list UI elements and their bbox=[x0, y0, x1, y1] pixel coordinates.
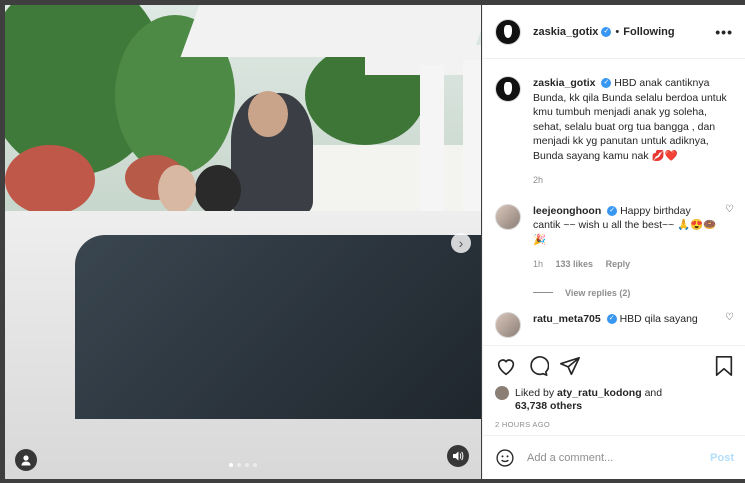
post-actions: Liked by aty_ratu_kodong and 63,738 othe… bbox=[483, 345, 745, 429]
add-comment-bar: Add a comment... Post bbox=[483, 435, 745, 479]
tagged-users-button[interactable] bbox=[15, 449, 37, 471]
comment-meta: 2h bbox=[533, 173, 734, 188]
liked-by-username[interactable]: aty_ratu_kodong bbox=[557, 387, 642, 399]
speaker-icon bbox=[453, 451, 464, 461]
comment-username[interactable]: leejeonghoon bbox=[533, 205, 601, 217]
emoji-icon[interactable] bbox=[495, 448, 515, 468]
photo-person-girl bbox=[195, 165, 241, 215]
comment-username[interactable]: ratu_meta705 bbox=[533, 313, 601, 325]
post-side-panel: zaskia_gotix ✓ • Following ••• zaskia_go… bbox=[482, 5, 745, 479]
comment-input[interactable]: Add a comment... bbox=[527, 452, 710, 464]
photo-person-baby bbox=[158, 165, 196, 213]
more-options-button[interactable]: ••• bbox=[715, 24, 733, 40]
verified-badge-icon: ✓ bbox=[606, 313, 617, 324]
photo-person-face bbox=[248, 91, 288, 137]
chevron-right-icon: › bbox=[458, 235, 464, 251]
liked-by-and: and bbox=[644, 386, 663, 399]
likes-count[interactable]: 63,738 others bbox=[515, 400, 734, 412]
comment-body: ratu_meta705 ✓ HBD qila sayang bbox=[533, 312, 719, 338]
like-comment-heart-icon[interactable]: ♡ bbox=[725, 312, 734, 338]
comments-list[interactable]: zaskia_gotix ✓ HBD anak cantiknya Bunda,… bbox=[483, 60, 745, 345]
comment-item: ratu_meta705 ✓ HBD qila sayang ♡ bbox=[495, 311, 734, 338]
carousel-indicator bbox=[5, 463, 481, 467]
comment-body: leejeonghoon ✓ Happy birthday cantik ~~ … bbox=[533, 204, 719, 272]
avatar[interactable] bbox=[495, 311, 521, 338]
comment-icon[interactable] bbox=[527, 355, 549, 377]
reply-button[interactable]: Reply bbox=[606, 259, 631, 269]
following-button[interactable]: Following bbox=[623, 26, 674, 38]
liked-by-prefix: Liked by bbox=[515, 386, 555, 399]
comment-time[interactable]: 2h bbox=[533, 175, 543, 185]
comment-text: HBD qila sayang bbox=[619, 312, 698, 325]
action-icons-row bbox=[495, 354, 734, 378]
post-media[interactable]: › bbox=[5, 5, 481, 479]
header-username[interactable]: zaskia_gotix bbox=[533, 26, 598, 38]
header-separator: • bbox=[615, 25, 620, 38]
photo-flowers bbox=[5, 145, 95, 215]
comment-username[interactable]: zaskia_gotix bbox=[533, 77, 595, 89]
caption-comment: zaskia_gotix ✓ HBD anak cantiknya Bunda,… bbox=[495, 76, 734, 188]
bookmark-icon[interactable] bbox=[714, 355, 734, 377]
carousel-dot bbox=[237, 463, 241, 467]
avatar bbox=[495, 386, 509, 400]
carousel-dot bbox=[253, 463, 257, 467]
comment-meta: 1h 133 likes Reply bbox=[533, 257, 719, 272]
post-comment-button[interactable]: Post bbox=[710, 452, 734, 464]
photo-windshield bbox=[75, 235, 481, 419]
avatar[interactable] bbox=[495, 18, 521, 45]
verified-badge-icon: ✓ bbox=[607, 205, 618, 216]
like-comment-heart-icon[interactable]: ♡ bbox=[725, 204, 734, 272]
next-media-button[interactable]: › bbox=[451, 233, 471, 253]
share-icon[interactable] bbox=[559, 355, 581, 377]
comment-item: leejeonghoon ✓ Happy birthday cantik ~~ … bbox=[495, 203, 734, 272]
instagram-post-modal: › zaskia_gotix ✓ • Following ••• zaskia_… bbox=[0, 0, 745, 483]
heart-icon[interactable] bbox=[495, 355, 517, 377]
post-timestamp[interactable]: 2 HOURS AGO bbox=[495, 420, 734, 429]
avatar[interactable] bbox=[495, 76, 521, 102]
liked-by-text: Liked by aty_ratu_kodong and bbox=[515, 387, 662, 400]
carousel-dot bbox=[245, 463, 249, 467]
view-replies-button[interactable]: View replies (2) bbox=[533, 288, 734, 298]
photo-pillar bbox=[420, 65, 444, 225]
avatar[interactable] bbox=[495, 203, 521, 230]
comment-text: HBD anak cantiknya Bunda, kk qila Bunda … bbox=[533, 77, 727, 162]
post-header: zaskia_gotix ✓ • Following ••• bbox=[483, 5, 745, 59]
verified-badge-icon: ✓ bbox=[601, 78, 612, 89]
carousel-dot bbox=[229, 463, 233, 467]
liked-by-row: Liked by aty_ratu_kodong and bbox=[495, 386, 734, 400]
comment-likes[interactable]: 133 likes bbox=[556, 259, 594, 269]
comment-body: zaskia_gotix ✓ HBD anak cantiknya Bunda,… bbox=[533, 76, 734, 188]
comment-time[interactable]: 1h bbox=[533, 259, 543, 269]
verified-badge-icon: ✓ bbox=[601, 26, 612, 37]
photo-pillar bbox=[463, 60, 481, 230]
